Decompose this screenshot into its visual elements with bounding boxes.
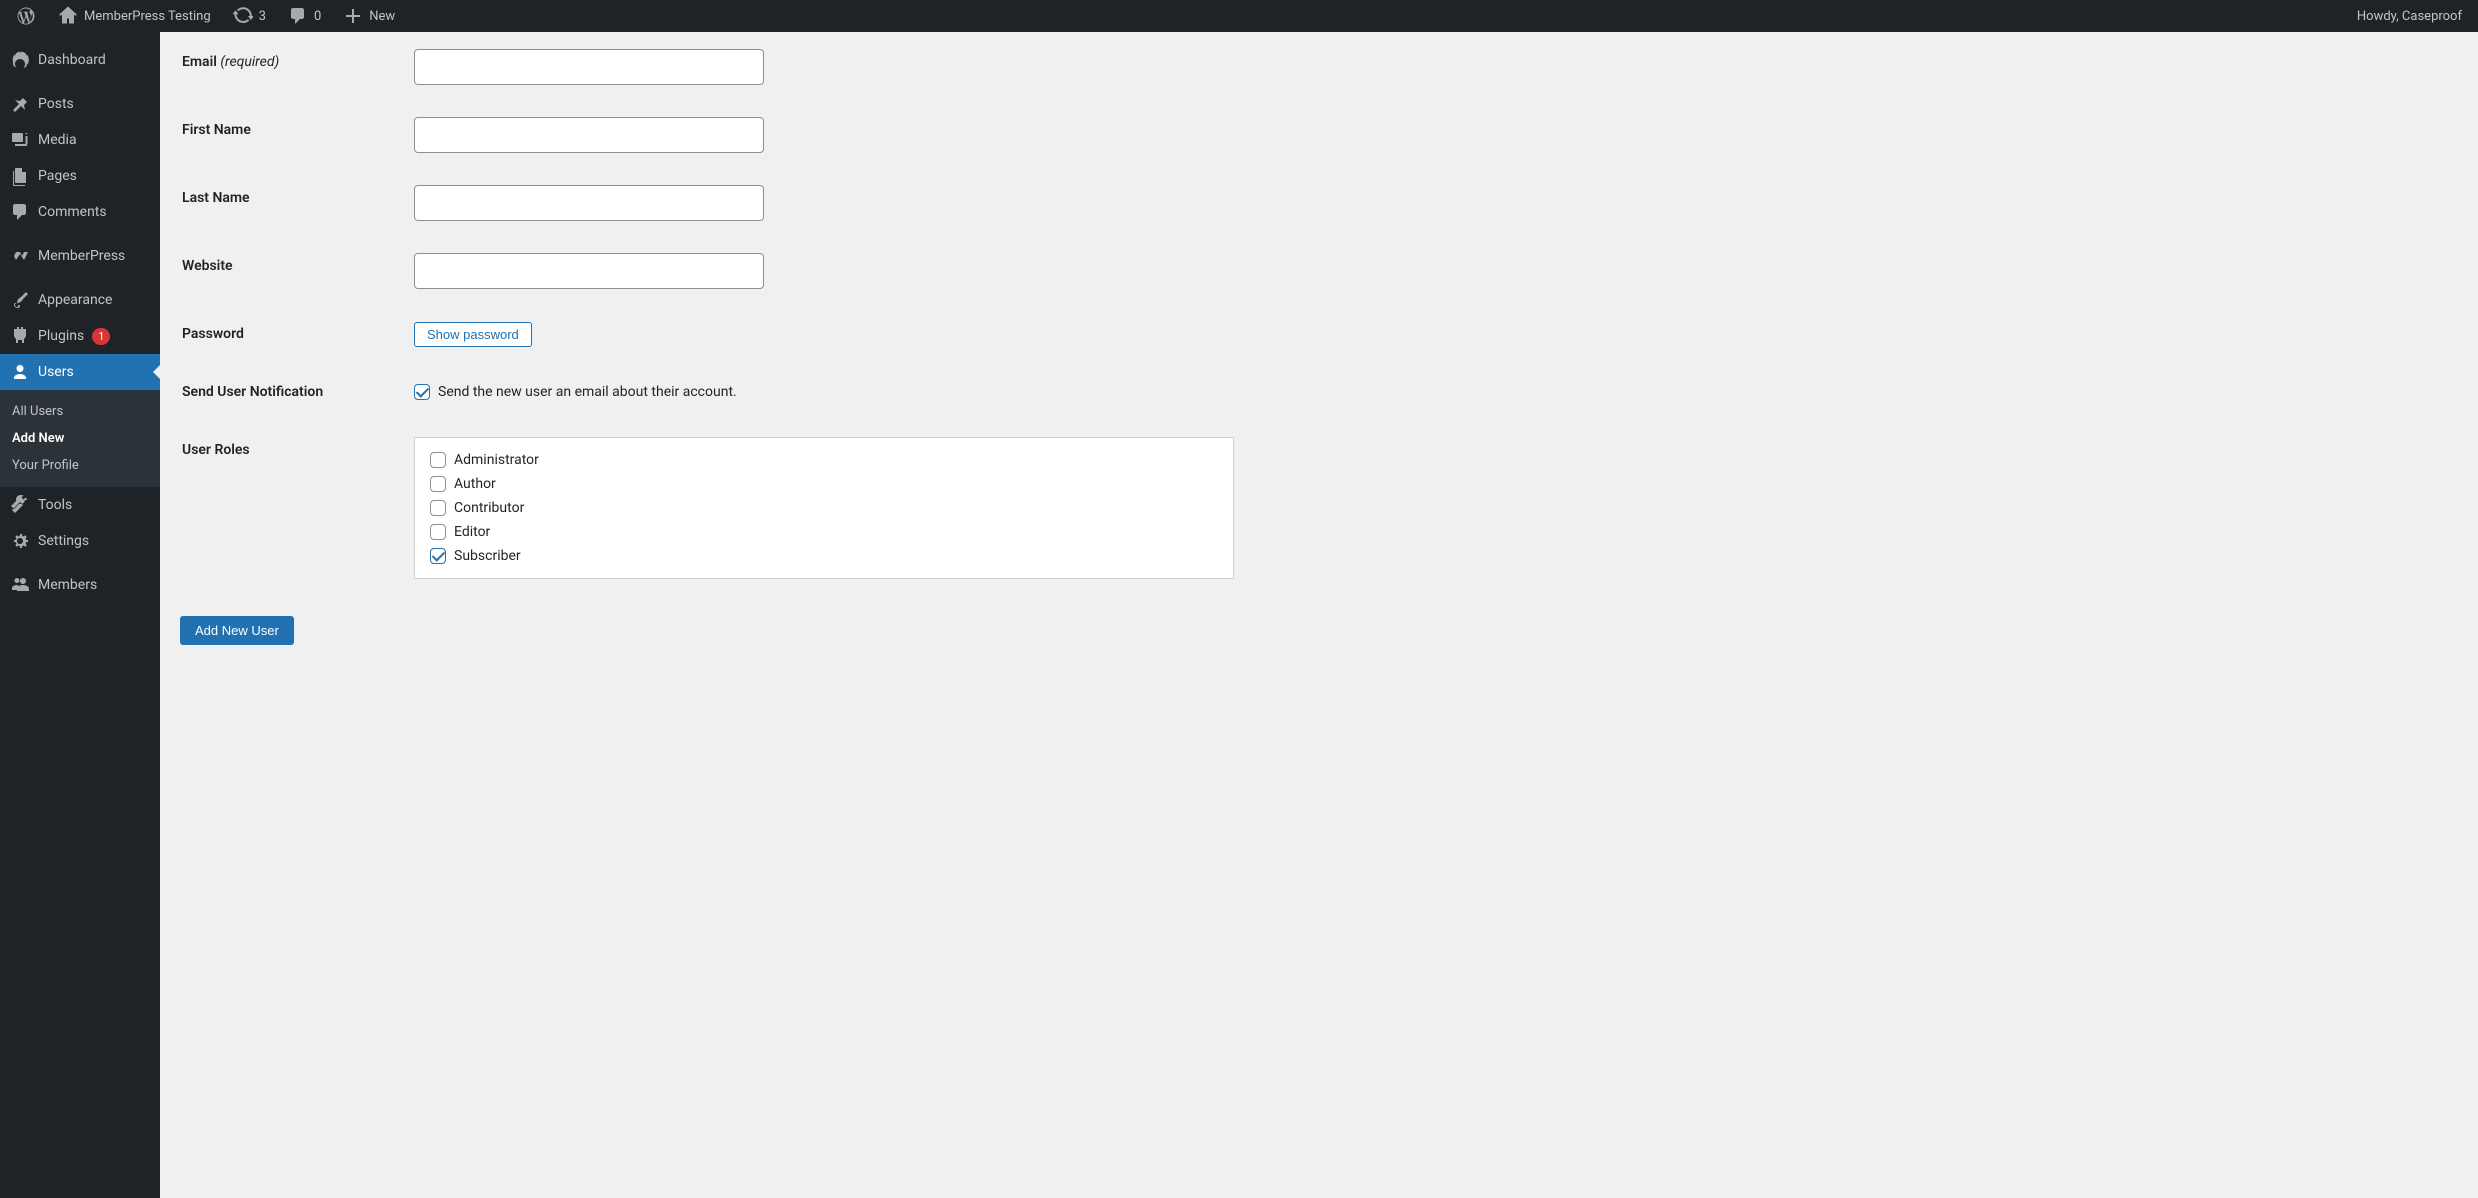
media-icon — [10, 130, 30, 150]
wp-logo[interactable] — [8, 0, 44, 32]
notification-desc: Send the new user an email about their a… — [438, 384, 737, 400]
sidebar-label: MemberPress — [38, 248, 125, 264]
submenu-all-users[interactable]: All Users — [0, 398, 160, 425]
sidebar-item-users[interactable]: Users — [0, 354, 160, 390]
role-editor[interactable]: Editor — [430, 520, 1218, 544]
users-icon — [10, 362, 30, 382]
plugins-icon — [10, 326, 30, 346]
role-author[interactable]: Author — [430, 472, 1218, 496]
brush-icon — [10, 290, 30, 310]
notification-checkbox[interactable] — [414, 384, 430, 400]
sidebar-label: Comments — [38, 204, 107, 220]
plugins-badge: 1 — [92, 328, 110, 345]
site-name: MemberPress Testing — [84, 9, 211, 24]
role-subscriber[interactable]: Subscriber — [430, 544, 1218, 568]
plus-icon — [343, 6, 363, 26]
notification-checkbox-label[interactable]: Send the new user an email about their a… — [414, 384, 2446, 400]
password-label: Password — [182, 306, 402, 362]
main-content: Email (required) First Name Last Name We… — [160, 32, 2478, 1198]
sidebar-item-comments[interactable]: Comments — [0, 194, 160, 230]
comment-count: 0 — [314, 9, 321, 24]
email-input[interactable] — [414, 49, 764, 85]
memberpress-icon — [10, 246, 30, 266]
sidebar-label: Settings — [38, 533, 89, 549]
last-name-label: Last Name — [182, 170, 402, 236]
updates-link[interactable]: 3 — [225, 0, 274, 32]
admin-sidebar: Dashboard Posts Media Pages Comments Mem… — [0, 32, 160, 1198]
sidebar-label: Plugins — [38, 328, 84, 344]
user-roles-label: User Roles — [182, 422, 402, 594]
roles-box: Administrator Author Contributor Ed — [414, 437, 1234, 579]
settings-icon — [10, 531, 30, 551]
sidebar-label: Media — [38, 132, 77, 148]
add-new-user-button[interactable]: Add New User — [180, 616, 294, 645]
sidebar-label: Tools — [38, 497, 72, 513]
howdy-account[interactable]: Howdy, Caseproof — [2349, 0, 2470, 32]
members-icon — [10, 575, 30, 595]
dashboard-icon — [10, 50, 30, 70]
sidebar-label: Members — [38, 577, 97, 593]
sidebar-label: Pages — [38, 168, 77, 184]
comment-icon — [288, 6, 308, 26]
howdy-text: Howdy, Caseproof — [2357, 9, 2462, 24]
new-content[interactable]: New — [335, 0, 403, 32]
home-icon — [58, 6, 78, 26]
admin-bar: MemberPress Testing 3 0 New Howdy, Casep… — [0, 0, 2478, 32]
sidebar-item-memberpress[interactable]: MemberPress — [0, 238, 160, 274]
wordpress-icon — [16, 6, 36, 26]
comments-link[interactable]: 0 — [280, 0, 329, 32]
tools-icon — [10, 495, 30, 515]
sidebar-label: Appearance — [38, 292, 112, 308]
update-count: 3 — [259, 9, 266, 24]
site-home[interactable]: MemberPress Testing — [50, 0, 219, 32]
sidebar-item-media[interactable]: Media — [0, 122, 160, 158]
sidebar-item-appearance[interactable]: Appearance — [0, 282, 160, 318]
sidebar-item-posts[interactable]: Posts — [0, 86, 160, 122]
notification-label: Send User Notification — [182, 364, 402, 420]
role-contributor[interactable]: Contributor — [430, 496, 1218, 520]
last-name-input[interactable] — [414, 185, 764, 221]
sidebar-item-pages[interactable]: Pages — [0, 158, 160, 194]
role-checkbox-contributor[interactable] — [430, 500, 446, 516]
sidebar-item-settings[interactable]: Settings — [0, 523, 160, 559]
first-name-label: First Name — [182, 102, 402, 168]
role-checkbox-author[interactable] — [430, 476, 446, 492]
update-icon — [233, 6, 253, 26]
first-name-input[interactable] — [414, 117, 764, 153]
show-password-button[interactable]: Show password — [414, 322, 532, 347]
pages-icon — [10, 166, 30, 186]
new-label: New — [369, 9, 395, 24]
website-input[interactable] — [414, 253, 764, 289]
sidebar-item-dashboard[interactable]: Dashboard — [0, 42, 160, 78]
comments-icon — [10, 202, 30, 222]
email-label: Email (required) — [182, 34, 402, 100]
sidebar-item-tools[interactable]: Tools — [0, 487, 160, 523]
sidebar-label: Posts — [38, 96, 74, 112]
role-administrator[interactable]: Administrator — [430, 448, 1218, 472]
role-checkbox-editor[interactable] — [430, 524, 446, 540]
sidebar-item-members[interactable]: Members — [0, 567, 160, 603]
website-label: Website — [182, 238, 402, 304]
sidebar-item-plugins[interactable]: Plugins 1 — [0, 318, 160, 354]
sidebar-label: Users — [38, 364, 74, 380]
role-checkbox-subscriber[interactable] — [430, 548, 446, 564]
submenu-add-new[interactable]: Add New — [0, 425, 160, 452]
submenu-your-profile[interactable]: Your Profile — [0, 452, 160, 479]
pin-icon — [10, 94, 30, 114]
role-checkbox-administrator[interactable] — [430, 452, 446, 468]
users-submenu: All Users Add New Your Profile — [0, 390, 160, 487]
sidebar-label: Dashboard — [38, 52, 106, 68]
